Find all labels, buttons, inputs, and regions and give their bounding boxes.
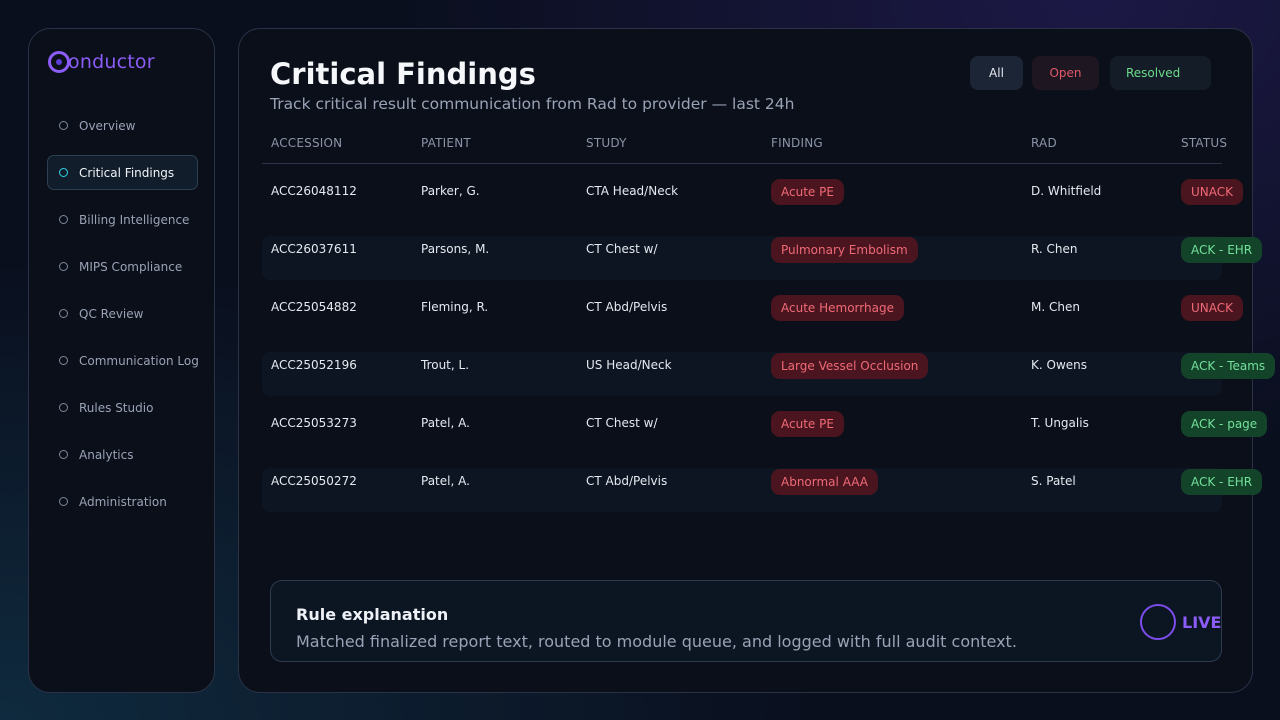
sidebar-item-label: Administration xyxy=(79,494,167,509)
status-badge: UNACK xyxy=(1181,295,1244,321)
sidebar-item-label: Communication Log xyxy=(79,353,199,368)
table-row[interactable]: ACC25052196 Trout, L. US Head/Neck Large… xyxy=(262,352,1276,396)
column-header-study[interactable]: STUDY xyxy=(586,136,627,150)
rule-explanation-title: Rule explanation xyxy=(296,605,449,624)
status-badge: ACK - EHR xyxy=(1181,237,1263,263)
rad-cell: S. Patel xyxy=(1031,474,1076,488)
sidebar-item-label: Billing Intelligence xyxy=(79,212,190,227)
column-header-patient[interactable]: PATIENT xyxy=(421,136,471,150)
patient-cell: Fleming, R. xyxy=(421,300,489,314)
filter-resolved-button[interactable]: Resolved xyxy=(1110,56,1211,90)
study-cell: CT Abd/Pelvis xyxy=(586,300,668,314)
findings-table: ACCESSION PATIENT STUDY FINDING RAD STAT… xyxy=(262,129,1276,512)
sidebar-item-label: Overview xyxy=(79,118,136,133)
study-cell: US Head/Neck xyxy=(586,358,672,372)
rad-cell: T. Ungalis xyxy=(1031,416,1089,430)
sidebar-item-mips-compliance[interactable]: MIPS Compliance xyxy=(47,249,198,284)
nav-bullet-icon xyxy=(59,262,68,271)
table-row[interactable]: ACC25050272 Patel, A. CT Abd/Pelvis Abno… xyxy=(262,468,1263,512)
study-cell: CTA Head/Neck xyxy=(586,184,679,198)
sidebar-item-label: Analytics xyxy=(79,447,134,462)
status-badge: UNACK xyxy=(1181,179,1244,205)
status-badge: ACK - Teams xyxy=(1181,353,1276,379)
live-indicator: LIVE xyxy=(1140,604,1221,640)
rule-explanation-card: Rule explanation Matched finalized repor… xyxy=(270,580,1222,662)
page-subtitle: Track critical result communication from… xyxy=(270,95,795,113)
main-panel: Critical Findings Track critical result … xyxy=(238,28,1276,693)
accession-cell: ACC26048112 xyxy=(271,184,357,198)
finding-badge: Acute PE xyxy=(771,179,844,205)
conductor-logo[interactable]: onductor xyxy=(48,51,155,73)
nav-bullet-icon xyxy=(59,168,68,177)
sidebar-item-label: QC Review xyxy=(79,306,144,321)
sidebar-item-analytics[interactable]: Analytics xyxy=(47,437,198,472)
nav-bullet-icon xyxy=(59,450,68,459)
table-row[interactable]: ACC25054882 Fleming, R. CT Abd/Pelvis Ac… xyxy=(262,294,1244,338)
status-badge: ACK - EHR xyxy=(1181,469,1263,495)
sidebar-item-overview[interactable]: Overview xyxy=(47,108,198,143)
rule-explanation-text: Matched finalized report text, routed to… xyxy=(296,632,1017,651)
table-row[interactable]: ACC26037611 Parsons, M. CT Chest w/ Pulm… xyxy=(262,236,1263,280)
conductor-logo-icon xyxy=(48,51,70,73)
table-row[interactable]: ACC26048112 Parker, G. CTA Head/Neck Acu… xyxy=(262,178,1244,222)
accession-cell: ACC25052196 xyxy=(271,358,357,372)
sidebar-nav: Overview Critical Findings Billing Intel… xyxy=(47,108,199,531)
table-header: ACCESSION PATIENT STUDY FINDING RAD STAT… xyxy=(262,129,1227,164)
rad-cell: D. Whitfield xyxy=(1031,184,1102,198)
filter-open-button[interactable]: Open xyxy=(1032,56,1099,90)
sidebar-item-rules-studio[interactable]: Rules Studio xyxy=(47,390,198,425)
nav-bullet-icon xyxy=(59,403,68,412)
column-header-status[interactable]: STATUS xyxy=(1181,136,1227,150)
patient-cell: Trout, L. xyxy=(421,358,470,372)
finding-badge: Acute Hemorrhage xyxy=(771,295,904,321)
rad-cell: M. Chen xyxy=(1031,300,1080,314)
sidebar-item-billing-intelligence[interactable]: Billing Intelligence xyxy=(47,202,198,237)
logo-text: onductor xyxy=(68,51,155,73)
filter-all-button[interactable]: All xyxy=(970,56,1023,90)
rad-cell: R. Chen xyxy=(1031,242,1078,256)
nav-bullet-icon xyxy=(59,356,68,365)
sidebar-item-communication-log[interactable]: Communication Log xyxy=(47,343,199,378)
accession-cell: ACC25050272 xyxy=(271,474,357,488)
nav-bullet-icon xyxy=(59,121,68,130)
study-cell: CT Chest w/ xyxy=(586,242,658,256)
column-header-finding[interactable]: FINDING xyxy=(771,136,823,150)
sidebar-item-critical-findings[interactable]: Critical Findings xyxy=(47,155,198,190)
nav-bullet-icon xyxy=(59,497,68,506)
sidebar-item-label: Critical Findings xyxy=(79,165,175,180)
nav-bullet-icon xyxy=(59,309,68,318)
status-badge: ACK - page xyxy=(1181,411,1268,437)
table-row[interactable]: ACC25053273 Patel, A. CT Chest w/ Acute … xyxy=(262,410,1268,454)
live-label: LIVE xyxy=(1182,612,1222,632)
finding-badge: Pulmonary Embolism xyxy=(771,237,918,263)
nav-bullet-icon xyxy=(59,215,68,224)
finding-badge: Large Vessel Occlusion xyxy=(771,353,929,379)
patient-cell: Parker, G. xyxy=(421,184,480,198)
study-cell: CT Chest w/ xyxy=(586,416,658,430)
page-title: Critical Findings xyxy=(270,57,536,91)
sidebar-item-label: MIPS Compliance xyxy=(79,259,183,274)
sidebar-item-administration[interactable]: Administration xyxy=(47,484,198,519)
live-ring-icon xyxy=(1140,604,1176,640)
study-cell: CT Abd/Pelvis xyxy=(586,474,668,488)
accession-cell: ACC25054882 xyxy=(271,300,357,314)
sidebar: onductor Overview Critical Findings Bill… xyxy=(28,28,215,693)
column-header-accession[interactable]: ACCESSION xyxy=(271,136,342,150)
finding-badge: Acute PE xyxy=(771,411,844,437)
patient-cell: Parsons, M. xyxy=(421,242,490,256)
sidebar-item-qc-review[interactable]: QC Review xyxy=(47,296,198,331)
accession-cell: ACC25053273 xyxy=(271,416,357,430)
finding-badge: Abnormal AAA xyxy=(771,469,878,495)
patient-cell: Patel, A. xyxy=(421,416,470,430)
column-header-rad[interactable]: RAD xyxy=(1031,136,1057,150)
accession-cell: ACC26037611 xyxy=(271,242,357,256)
patient-cell: Patel, A. xyxy=(421,474,470,488)
sidebar-item-label: Rules Studio xyxy=(79,400,154,415)
rad-cell: K. Owens xyxy=(1031,358,1087,372)
